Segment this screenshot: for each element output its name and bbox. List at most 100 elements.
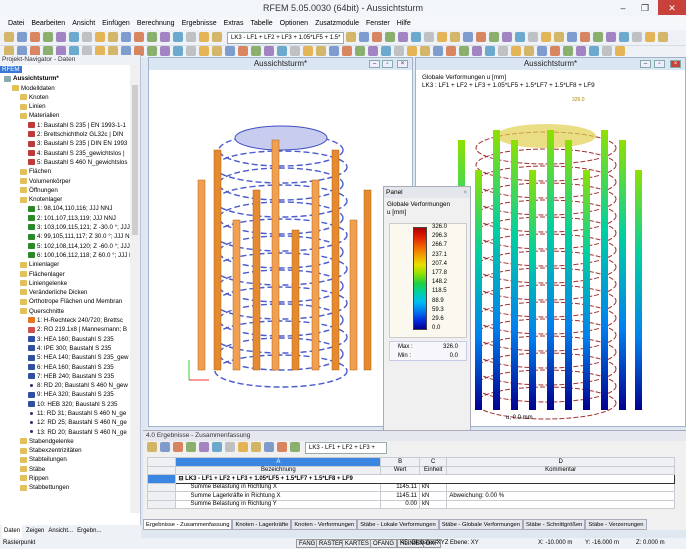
tree-item[interactable]: Stabbettungen <box>0 483 131 492</box>
column-letter[interactable]: B <box>381 458 420 467</box>
toolbar-button-icon[interactable] <box>160 32 170 42</box>
tree-item[interactable]: 8: RD 20; Baustahl S 460 N_gew <box>0 381 131 390</box>
toolbar-button-icon[interactable] <box>489 32 499 42</box>
toolbar-button-icon[interactable] <box>567 32 577 42</box>
toolbar-button-icon[interactable] <box>658 32 668 42</box>
toolbar-button-icon[interactable] <box>147 442 157 452</box>
tree-item[interactable]: 9: HEA 320; Baustahl S 235 <box>0 390 131 399</box>
toolbar-button-icon[interactable] <box>554 32 564 42</box>
toolbar-button-icon[interactable] <box>95 32 105 42</box>
tree-item[interactable]: 2: Brettschichtholz GL32c | DIN <box>0 130 131 139</box>
tree-item[interactable]: Modelldaten <box>0 84 131 93</box>
tree-item[interactable]: Stabexzentrizitäten <box>0 446 131 455</box>
close-view-button[interactable]: × <box>397 60 408 68</box>
toolbar-button-icon[interactable] <box>472 46 482 56</box>
toolbar-button-icon[interactable] <box>56 32 66 42</box>
tree-item[interactable]: Stabteilungen <box>0 455 131 464</box>
tree-item[interactable]: Öffnungen <box>0 186 131 195</box>
navigator-tab[interactable]: Ergebn... <box>77 525 101 538</box>
column-letter[interactable]: D <box>447 458 675 467</box>
model-3d-view[interactable] <box>149 70 412 426</box>
tree-item[interactable]: 2: RO 219.1x8 | Mannesmann; B <box>0 325 131 334</box>
tree-item[interactable]: Stäbe <box>0 465 131 474</box>
tree-item[interactable]: Linien <box>0 102 131 111</box>
tree-item[interactable]: Liniengelenke <box>0 279 131 288</box>
toolbar-button-icon[interactable] <box>645 32 655 42</box>
toolbar-button-icon[interactable] <box>502 32 512 42</box>
toolbar-button-icon[interactable] <box>277 442 287 452</box>
toolbar-button-icon[interactable] <box>550 46 560 56</box>
tree-item[interactable]: 2: 101,107,113,119; JJJ NNJ <box>0 214 131 223</box>
tree-item[interactable]: 4: IPE 300; Baustahl S 235 <box>0 344 131 353</box>
toolbar-button-icon[interactable] <box>606 32 616 42</box>
toolbar-button-icon[interactable] <box>212 32 222 42</box>
tree-item[interactable]: 5: 102,108,114,120; Z -60.0 °; JJJ <box>0 242 131 251</box>
menu-item[interactable]: Zusatzmodule <box>315 17 359 30</box>
toolbar-button-icon[interactable] <box>82 32 92 42</box>
tree-item[interactable]: 11: RD 31; Baustahl S 460 N_ge <box>0 409 131 418</box>
tree-item[interactable]: Flächen <box>0 167 131 176</box>
tree-item[interactable]: 1: 98,104,110,116; JJJ NNJ <box>0 204 131 213</box>
tree-item[interactable]: 6: 100,106,112,118; Z 60.0 °; JJJ I <box>0 251 131 260</box>
close-button[interactable]: ✕ <box>658 0 686 15</box>
minimize-view-button[interactable]: – <box>369 60 380 68</box>
project-name[interactable]: Aussichtsturm* <box>13 75 59 82</box>
toolbar-button-icon[interactable] <box>459 46 469 56</box>
toolbar-button-icon[interactable] <box>173 32 183 42</box>
toolbar-button-icon[interactable] <box>411 32 421 42</box>
toolbar-button-icon[interactable] <box>225 46 235 56</box>
toolbar-button-icon[interactable] <box>69 46 79 56</box>
toolbar-button-icon[interactable] <box>121 32 131 42</box>
toolbar-button-icon[interactable] <box>82 46 92 56</box>
table-row[interactable]: Summe Belastung in Richtung X1145.11kN <box>148 483 675 492</box>
toolbar-button-icon[interactable] <box>511 46 521 56</box>
menu-item[interactable]: Ergebnisse <box>182 17 217 30</box>
toolbar-button-icon[interactable] <box>446 46 456 56</box>
status-toggle-fang[interactable]: FANG <box>296 539 318 548</box>
toolbar-button-icon[interactable] <box>290 442 300 452</box>
toolbar-button-icon[interactable] <box>381 46 391 56</box>
toolbar-button-icon[interactable] <box>43 32 53 42</box>
tree-item[interactable]: Knoten <box>0 93 131 102</box>
menu-item[interactable]: Einfügen <box>102 17 130 30</box>
toolbar-button-icon[interactable] <box>359 32 369 42</box>
restore-view-button[interactable]: ▫ <box>382 60 393 68</box>
column-header[interactable]: Wert <box>381 466 420 475</box>
tree-item[interactable]: Stabendgelenke <box>0 437 131 446</box>
tree-item[interactable]: 1: Baustahl S 235 | EN 1993-1-1 <box>0 121 131 130</box>
tree-item[interactable]: Knotenlager <box>0 195 131 204</box>
column-header[interactable]: Bezeichnung <box>176 466 381 475</box>
navigator-scrollbar[interactable] <box>130 65 140 513</box>
toolbar-button-icon[interactable] <box>528 32 538 42</box>
toolbar-button-icon[interactable] <box>329 46 339 56</box>
menu-item[interactable]: Fenster <box>366 17 390 30</box>
toolbar-button-icon[interactable] <box>212 46 222 56</box>
toolbar-button-icon[interactable] <box>368 46 378 56</box>
tree-item[interactable]: Linienlager <box>0 260 131 269</box>
toolbar-button-icon[interactable] <box>515 32 525 42</box>
toolbar-button-icon[interactable] <box>394 46 404 56</box>
results-load-combo[interactable]: LK3 - LF1 + LF2 + LF3 + <box>305 442 387 454</box>
toolbar-button-icon[interactable] <box>147 32 157 42</box>
minimize-button[interactable]: – <box>612 0 634 15</box>
toolbar-button-icon[interactable] <box>199 46 209 56</box>
toolbar-button-icon[interactable] <box>407 46 417 56</box>
toolbar-button-icon[interactable] <box>576 46 586 56</box>
toolbar-button-icon[interactable] <box>30 46 40 56</box>
toolbar-button-icon[interactable] <box>437 32 447 42</box>
tree-item[interactable]: Rippen <box>0 474 131 483</box>
navigator-root[interactable]: RFEM <box>0 66 22 73</box>
tree-item[interactable]: 5: Baustahl S 460 N_gewichtslos <box>0 158 131 167</box>
status-toggle-kartes[interactable]: KARTES <box>342 539 372 548</box>
toolbar-button-icon[interactable] <box>433 46 443 56</box>
toolbar-button-icon[interactable] <box>95 46 105 56</box>
toolbar-button-icon[interactable] <box>17 32 27 42</box>
toolbar-button-icon[interactable] <box>316 46 326 56</box>
toolbar-button-icon[interactable] <box>238 442 248 452</box>
tree-item[interactable]: 12: RD 25; Baustahl S 460 N_ge <box>0 418 131 427</box>
toolbar-button-icon[interactable] <box>43 46 53 56</box>
toolbar-button-icon[interactable] <box>563 46 573 56</box>
toolbar-button-icon[interactable] <box>173 46 183 56</box>
toolbar-button-icon[interactable] <box>342 46 352 56</box>
toolbar-button-icon[interactable] <box>108 46 118 56</box>
